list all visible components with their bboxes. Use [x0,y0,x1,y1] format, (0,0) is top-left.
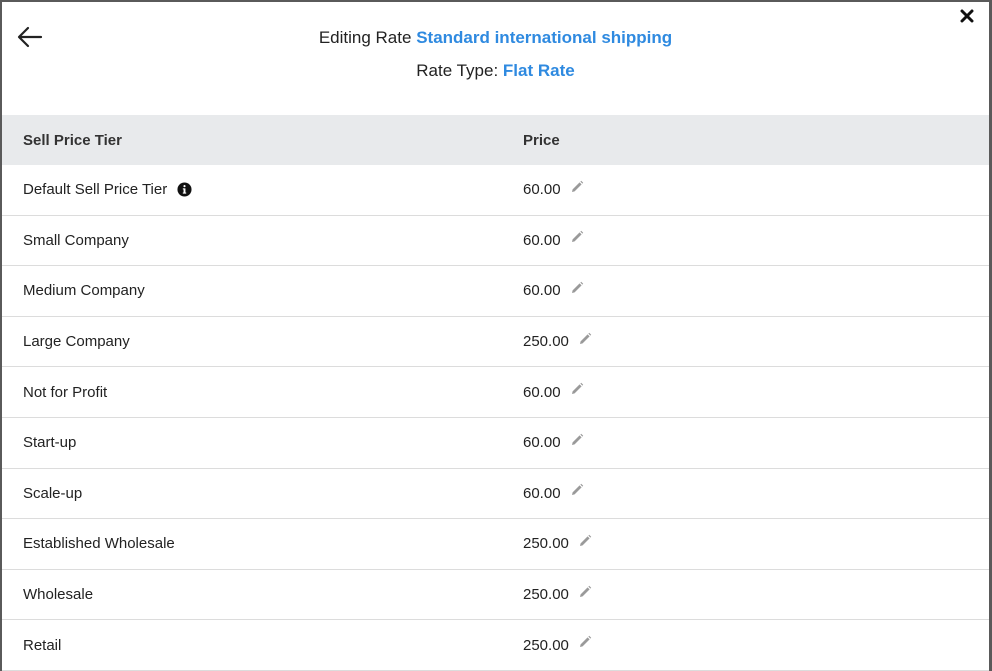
tier-name: Retail [23,636,62,654]
price-value: 60.00 [523,484,561,502]
table-body: Default Sell Price Tier 60.00 Small Comp… [2,165,989,671]
editing-rate-prefix: Editing Rate [318,28,412,47]
tier-name: Not for Profit [23,383,108,401]
tier-cell: Established Wholesale [23,535,175,552]
table-row-10: Retail 250.00 [2,620,989,671]
price-value: 60.00 [523,434,561,452]
tier-name: Start-up [23,434,77,452]
price-cell: 250.00 [523,635,592,654]
price-value: 60.00 [523,383,561,401]
pencil-icon[interactable] [570,433,584,447]
tier-name: Default Sell Price Tier [23,181,168,199]
price-cell: 250.00 [523,332,592,351]
price-cell: 60.00 [523,433,584,452]
table-row-3: Medium Company 60.00 [2,266,989,317]
price-cell: 60.00 [523,180,584,199]
tier-cell: Start-up [23,434,76,451]
rate-type-prefix: Rate Type: [416,61,499,80]
tier-cell: Large Company [23,333,130,350]
pencil-icon[interactable] [570,382,584,396]
pencil-icon[interactable] [570,281,584,295]
price-cell: 60.00 [523,281,584,300]
table-row-1: Default Sell Price Tier 60.00 [2,165,989,216]
table-row-8: Established Wholesale 250.00 [2,519,989,570]
price-value: 60.00 [523,181,561,199]
price-cell: 250.00 [523,534,592,553]
tier-cell: Default Sell Price Tier [23,181,192,198]
pencil-icon[interactable] [578,332,592,346]
column-header-tier: Sell Price Tier [23,131,122,149]
table-row-7: Scale-up 60.00 [2,469,989,520]
table-row-6: Start-up 60.00 [2,418,989,469]
info-icon[interactable] [177,182,192,197]
table-row-9: Wholesale 250.00 [2,570,989,621]
pencil-icon[interactable] [578,635,592,649]
price-cell: 60.00 [523,382,584,401]
table-row-5: Not for Profit 60.00 [2,367,989,418]
tier-cell: Small Company [23,232,129,249]
tier-name: Medium Company [23,282,145,300]
price-cell: 60.00 [523,483,584,502]
price-value: 60.00 [523,231,561,249]
price-value: 60.00 [523,282,561,300]
table-row-2: Small Company 60.00 [2,216,989,267]
price-value: 250.00 [523,586,569,604]
rate-type-line: Rate Type: Flat Rate [2,59,989,83]
price-value: 250.00 [523,535,569,553]
pencil-icon[interactable] [570,230,584,244]
price-value: 250.00 [523,636,569,654]
pencil-icon[interactable] [570,180,584,194]
pencil-icon[interactable] [578,585,592,599]
tier-name: Large Company [23,333,130,351]
pencil-icon[interactable] [578,534,592,548]
price-tier-table: Sell Price Tier Price Default Sell Price… [2,115,989,671]
editing-rate-title: Editing Rate Standard international ship… [2,26,989,50]
tier-name: Small Company [23,231,129,249]
edit-rate-dialog: Editing Rate Standard international ship… [0,0,992,671]
pencil-icon[interactable] [570,483,584,497]
tier-cell: Wholesale [23,586,93,603]
tier-name: Wholesale [23,586,94,604]
tier-cell: Retail [23,637,61,654]
dialog-header: Editing Rate Standard international ship… [2,2,989,115]
rate-type-value: Flat Rate [502,61,575,80]
rate-name: Standard international shipping [416,28,673,47]
tier-cell: Scale-up [23,485,82,502]
column-header-price: Price [523,131,560,149]
table-header: Sell Price Tier Price [2,115,989,165]
price-cell: 60.00 [523,230,584,249]
table-row-4: Large Company 250.00 [2,317,989,368]
tier-name: Scale-up [23,484,83,502]
price-value: 250.00 [523,333,569,351]
tier-cell: Not for Profit [23,384,107,401]
price-cell: 250.00 [523,585,592,604]
tier-name: Established Wholesale [23,535,175,553]
tier-cell: Medium Company [23,282,145,299]
